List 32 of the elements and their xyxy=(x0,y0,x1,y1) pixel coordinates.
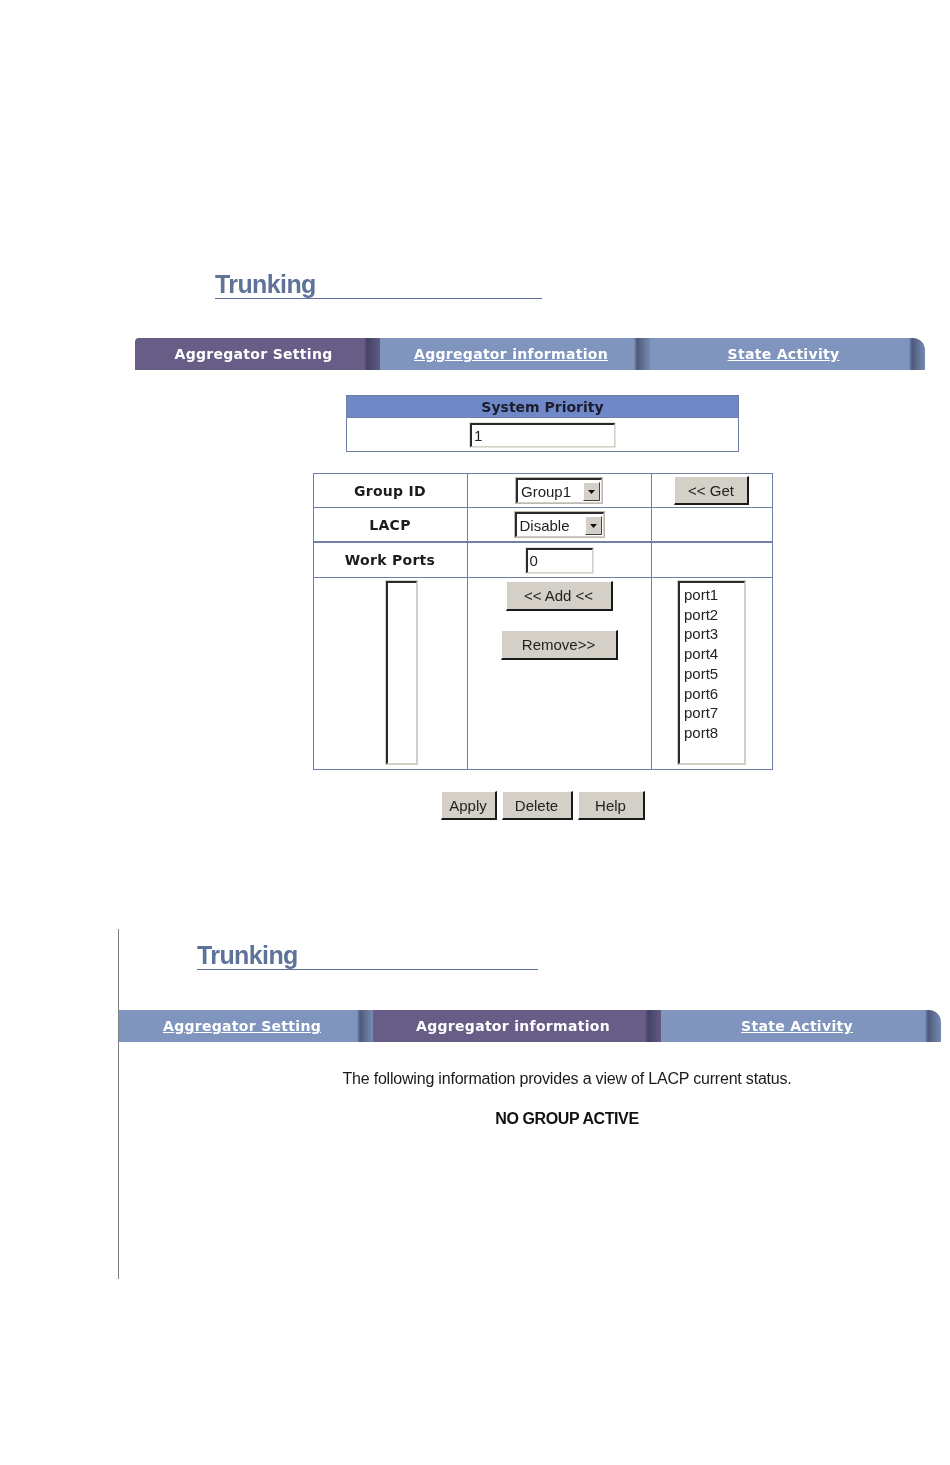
tab[interactable]: Aggregator Setting xyxy=(135,338,380,370)
status-text: NO GROUP ACTIVE xyxy=(494,1110,640,1128)
help-button[interactable]: Help xyxy=(577,791,645,820)
text-input[interactable]: 0 xyxy=(525,547,593,573)
dropdown-select[interactable]: Disable xyxy=(514,512,604,537)
port-option[interactable]: port1 xyxy=(684,585,719,605)
priority-input[interactable]: 1 xyxy=(470,422,615,447)
dropdown-select[interactable]: Group1 xyxy=(516,478,602,503)
port-option[interactable]: port4 xyxy=(684,644,719,664)
member-port-list[interactable] xyxy=(385,581,417,764)
port-option[interactable]: port7 xyxy=(684,703,719,723)
apply-button[interactable]: Apply xyxy=(440,791,497,820)
field-label: LACP xyxy=(313,507,467,542)
info-text: The following information provides a view of LACP current status. xyxy=(341,1070,793,1088)
port-option[interactable]: port8 xyxy=(684,722,719,743)
field-label: Group ID xyxy=(313,473,467,508)
field-label: Work Ports xyxy=(313,542,467,578)
port-option[interactable]: port5 xyxy=(684,663,719,684)
dropdown-arrow-icon[interactable] xyxy=(584,515,602,535)
port-option[interactable]: port3 xyxy=(684,624,719,645)
page-title: Trunking xyxy=(197,942,298,969)
get-button[interactable]: << Get xyxy=(674,476,749,505)
add-button[interactable]: << Add << xyxy=(505,581,613,611)
dropdown-arrow-icon[interactable] xyxy=(583,481,600,501)
port-list[interactable]: port1 port2 port3 port4 port5 port6 port7 port8 xyxy=(678,581,745,764)
delete-button[interactable]: Delete xyxy=(501,791,573,820)
page-title: Trunking xyxy=(215,271,316,298)
section-header: System Priority xyxy=(346,395,739,418)
tab[interactable]: Aggregator information xyxy=(373,1010,661,1042)
port-option[interactable]: port2 xyxy=(684,604,719,625)
port-option[interactable]: port6 xyxy=(684,683,719,704)
remove-button[interactable]: Remove>> xyxy=(500,630,618,660)
